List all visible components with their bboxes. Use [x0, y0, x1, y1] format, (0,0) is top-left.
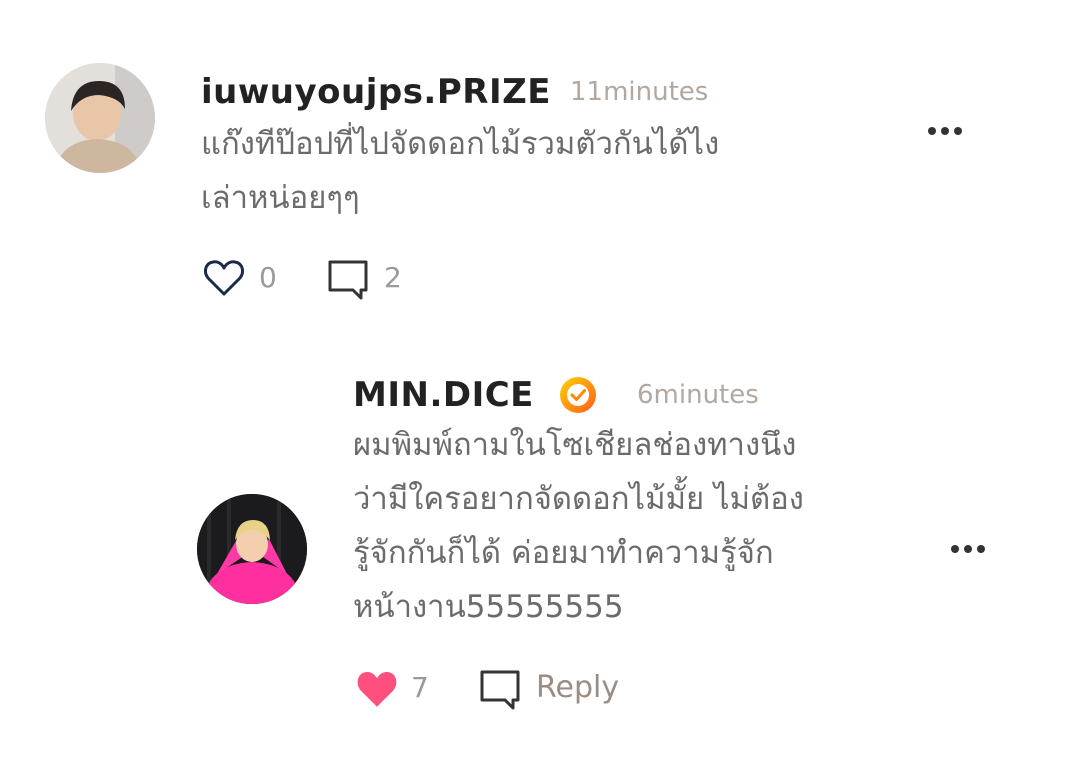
avatar[interactable] — [197, 494, 307, 604]
heart-icon — [357, 672, 397, 707]
verified-badge-icon — [558, 375, 598, 415]
reply-text-line: ผมพิมพ์ถามในโซเชียลช่องทางนึง — [353, 427, 797, 463]
reply-text: ผมพิมพ์ถามในโซเชียลช่องทางนึง ว่ามีใครอย… — [353, 418, 913, 634]
avatar-image — [45, 63, 155, 173]
more-options-icon[interactable] — [928, 127, 962, 135]
heart-icon — [204, 260, 244, 296]
comment-timestamp: 11minutes — [570, 77, 709, 107]
reply-label: Reply — [536, 670, 620, 705]
more-options-icon[interactable] — [951, 545, 985, 553]
like-count: 7 — [411, 671, 429, 704]
comment-text: แก๊งทีป๊อปที่ไปจัดดอกไม้รวมตัวกันได้ไง เ… — [201, 117, 881, 225]
reply-count: 2 — [384, 261, 402, 294]
comment-button[interactable] — [327, 258, 369, 300]
like-button[interactable] — [203, 258, 245, 298]
speech-bubble-icon — [480, 670, 520, 710]
like-button[interactable] — [355, 668, 399, 710]
comment-text-line: เล่าหน่อยๆๆ — [201, 180, 360, 216]
reply-timestamp: 6minutes — [637, 380, 759, 410]
reply-text-line: ว่ามีใครอยากจัดดอกไม้มั้ย ไม่ต้อง — [353, 481, 804, 517]
avatar[interactable] — [45, 63, 155, 173]
comment-text-line: แก๊งทีป๊อปที่ไปจัดดอกไม้รวมตัวกันได้ไง — [201, 126, 720, 162]
reply-username[interactable]: MIN.DICE — [353, 375, 534, 415]
reply-button[interactable]: Reply — [479, 668, 629, 710]
reply-text-line: หน้างาน55555555 — [353, 589, 624, 625]
like-count: 0 — [259, 261, 277, 294]
reply-text-line: รู้จักกันก็ได้ ค่อยมาทำความรู้จัก — [353, 535, 774, 571]
speech-bubble-icon — [328, 260, 368, 300]
avatar-image — [197, 494, 307, 604]
comment-username[interactable]: iuwuyoujps.PRIZE — [201, 72, 551, 112]
